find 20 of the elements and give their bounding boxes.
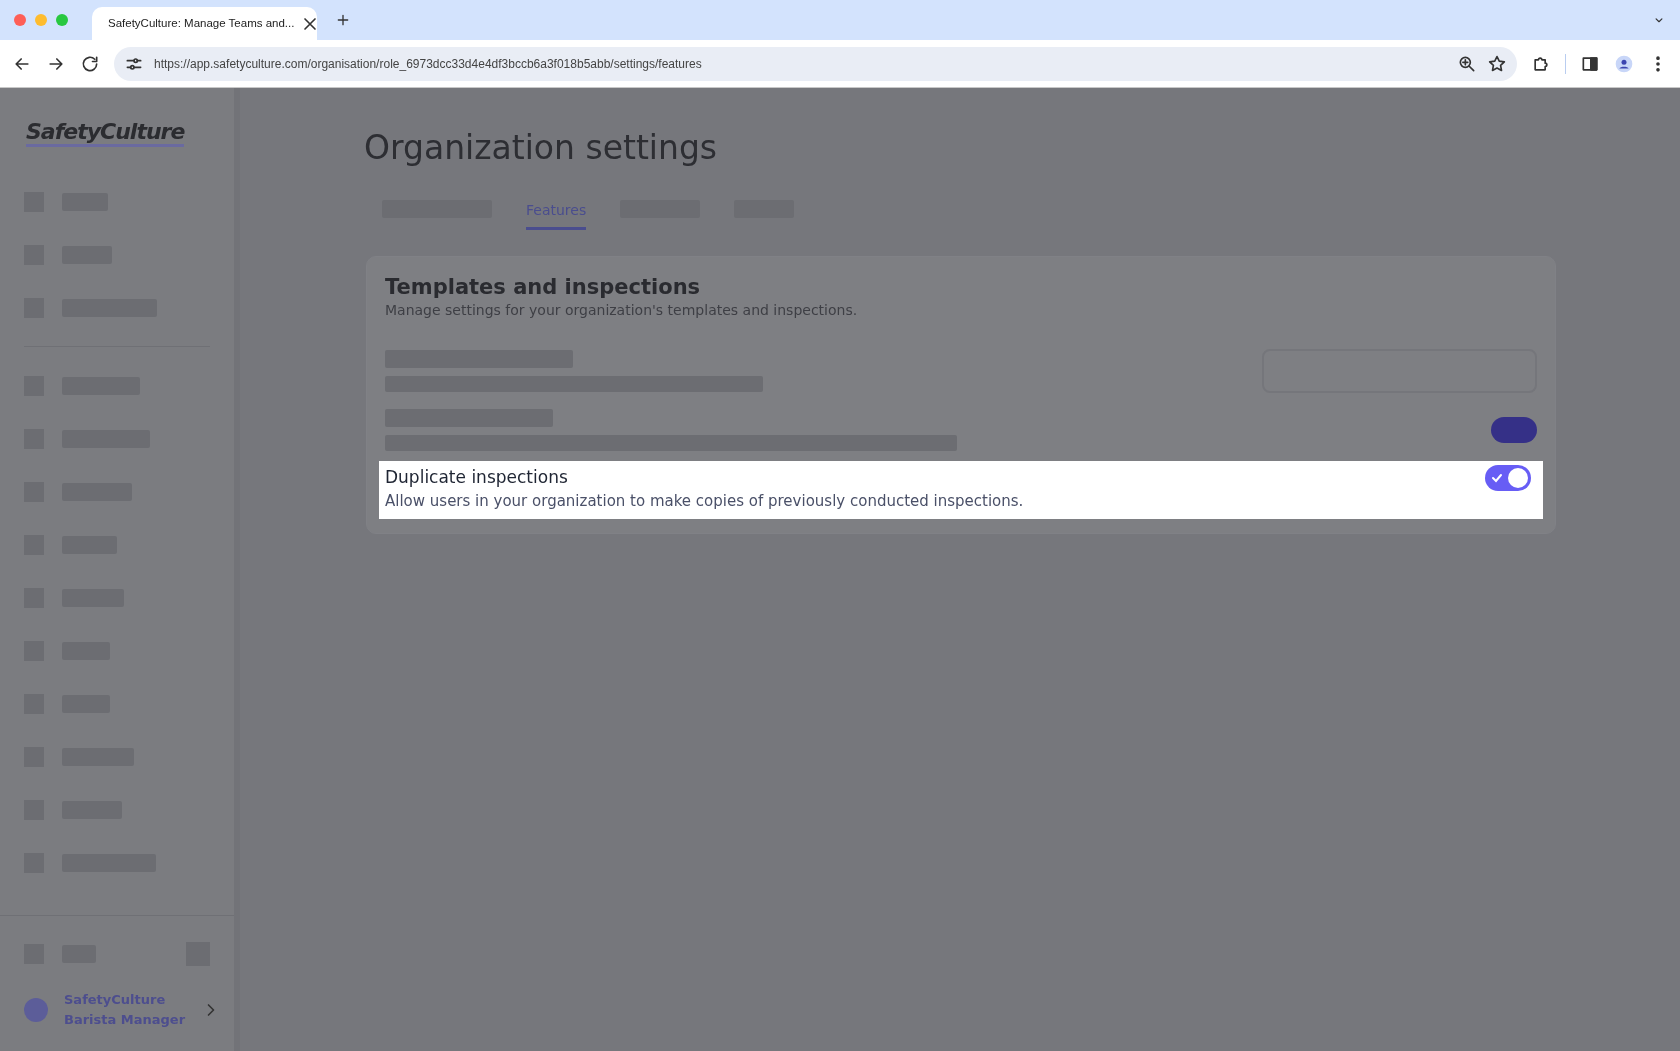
toggle-switch[interactable] — [1485, 464, 1531, 491]
tab-title: SafetyCulture: Manage Teams and... — [108, 15, 295, 31]
check-icon — [1491, 471, 1503, 484]
minimize-window-icon[interactable] — [35, 14, 47, 26]
profile-icon[interactable] — [1614, 53, 1634, 74]
reload-icon[interactable] — [80, 53, 100, 74]
close-window-icon[interactable] — [14, 14, 26, 26]
avatar[interactable] — [24, 997, 48, 1022]
browser-tab[interactable]: SafetyCulture: Manage Teams and... — [92, 7, 317, 40]
setting-description: Allow users in your organization to make copies of previously conducted inspections. — [385, 491, 1024, 513]
section-description: Manage settings for your organization's templates and inspections. — [385, 300, 859, 320]
url-text: https://app.safetyculture.com/organisation/role_6973dcc33d4e4df3bccb6a3f018b5abb/settings/features — [154, 55, 703, 73]
section-title: Templates and inspections — [385, 274, 702, 300]
toggle-switch[interactable] — [1491, 416, 1537, 443]
address-bar[interactable]: https://app.safetyculture.com/organisation/role_6973dcc33d4e4df3bccb6a3f018b5abb/settings/features — [114, 46, 1517, 81]
page-title: Organization settings — [364, 128, 719, 168]
new-tab-icon[interactable] — [335, 12, 351, 28]
maximize-window-icon[interactable] — [56, 14, 68, 26]
bookmark-star-icon[interactable] — [1487, 53, 1507, 74]
setting-title: Duplicate inspections — [385, 465, 569, 489]
